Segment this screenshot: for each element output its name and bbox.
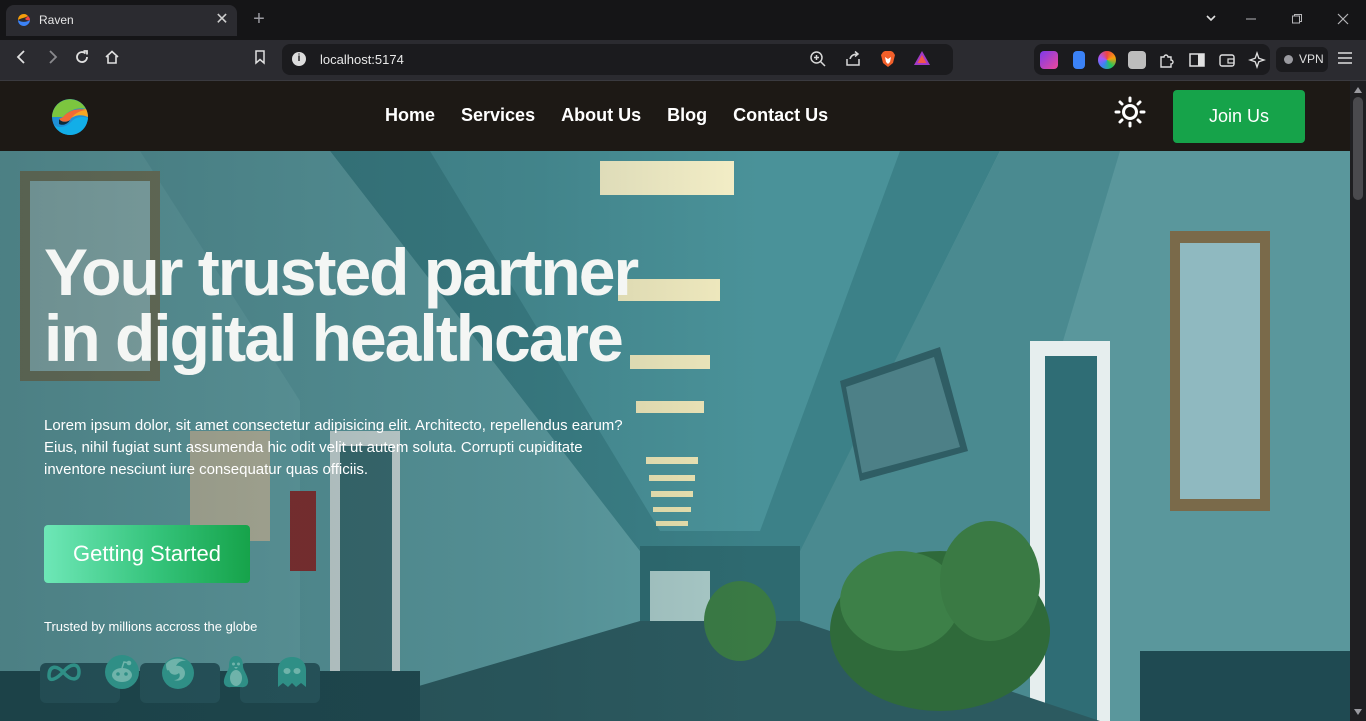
new-tab-icon[interactable]: + [249,8,269,30]
nav-about-link[interactable]: About Us [561,105,641,126]
extension-1-icon[interactable] [1040,51,1058,69]
reload-icon[interactable] [70,49,94,71]
firefox-icon [162,657,194,689]
minimize-icon[interactable] [1240,9,1262,31]
meta-icon [47,663,81,682]
getting-started-button[interactable]: Getting Started [44,525,250,583]
extension-2-icon[interactable] [1073,51,1085,69]
brave-rewards-icon[interactable] [912,50,932,70]
nav-home-link[interactable]: Home [385,105,435,126]
sidebar-icon[interactable] [1188,51,1206,69]
home-icon[interactable] [100,49,124,71]
url-text[interactable]: localhost:5174 [320,52,404,67]
vpn-label: VPN [1299,52,1324,66]
extension-3-icon[interactable] [1098,51,1116,69]
forward-icon[interactable] [40,49,64,71]
join-us-button[interactable]: Join Us [1173,90,1305,143]
nav-contact-link[interactable]: Contact Us [733,105,828,126]
vpn-status-icon [1284,55,1293,64]
ghost-icon [278,657,306,687]
bookmark-icon[interactable] [248,49,272,71]
page-scrollbar[interactable] [1350,81,1366,721]
puzzle-extensions-icon[interactable] [1158,51,1176,69]
nav-blog-link[interactable]: Blog [667,105,707,126]
scrollbar-thumb[interactable] [1353,97,1363,200]
scroll-down-icon[interactable] [1354,707,1362,717]
vpn-button[interactable]: VPN [1276,47,1328,72]
hero-headline-line-1: Your trusted partner [44,235,639,309]
hero-section: Your trusted partner in digital healthca… [0,151,1350,721]
leo-ai-icon[interactable] [1248,51,1266,69]
camera-extension-icon[interactable] [1128,51,1146,69]
raven-favicon-icon [18,14,30,26]
hamburger-menu-icon[interactable] [1334,49,1356,71]
browser-tab-strip: Raven ✕ + [0,0,1366,40]
close-window-icon[interactable] [1332,9,1354,31]
address-bar[interactable]: i localhost:5174 [282,44,953,75]
hero-headline: Your trusted partner in digital healthca… [44,239,744,371]
sun-icon[interactable] [1114,96,1146,128]
browser-toolbar: i localhost:5174 VPN [0,40,1366,81]
site-navbar: Home Services About Us Blog Contact Us J… [0,81,1350,151]
tab-close-icon[interactable]: ✕ [214,11,230,29]
nav-services-link[interactable]: Services [461,105,535,126]
linux-icon [223,656,249,688]
extensions-area [1034,44,1270,75]
raven-logo-icon[interactable] [51,98,89,136]
scroll-up-icon[interactable] [1354,85,1362,95]
tab-title: Raven [39,13,74,27]
trusted-by-text: Trusted by millions accross the globe [44,619,258,634]
zoom-icon[interactable] [808,50,828,70]
tab-list-chevron-icon[interactable] [1200,9,1222,31]
site-info-icon[interactable]: i [292,52,306,66]
page-viewport: Home Services About Us Blog Contact Us J… [0,81,1350,721]
browser-tab[interactable]: Raven ✕ [6,5,237,36]
restore-icon[interactable] [1286,9,1308,31]
hero-headline-line-2: in digital healthcare [44,301,624,375]
reddit-icon [105,655,139,689]
hero-description: Lorem ipsum dolor, sit amet consectetur … [44,417,623,478]
share-icon[interactable] [843,50,863,70]
wallet-icon[interactable] [1218,51,1236,69]
brave-shields-icon[interactable] [878,50,898,70]
back-icon[interactable] [10,49,34,71]
main-menu: Home Services About Us Blog Contact Us [385,105,854,126]
